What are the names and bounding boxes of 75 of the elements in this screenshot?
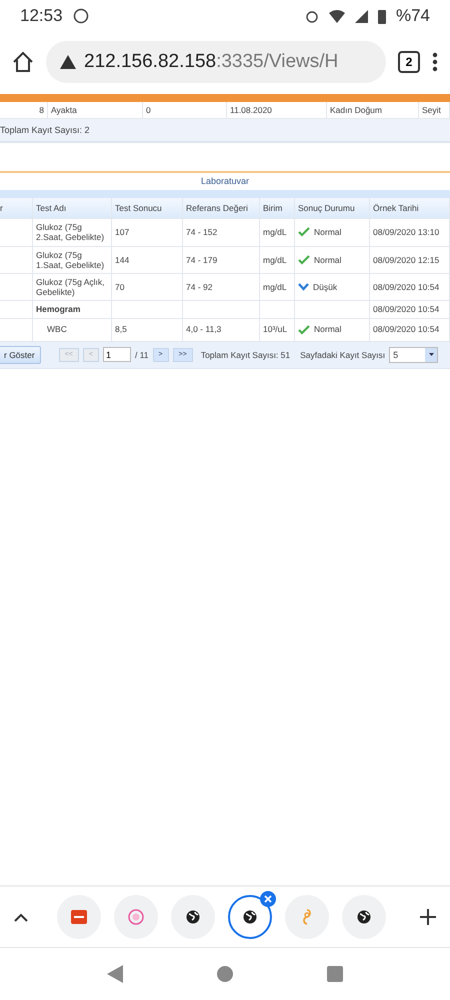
table-cell: 8 xyxy=(0,102,48,118)
section-title: Laboratuvar xyxy=(200,175,250,188)
spiral-logo-icon xyxy=(300,909,314,925)
home-button-icon[interactable] xyxy=(217,966,233,982)
column-header: Birim xyxy=(260,198,295,218)
more-menu-icon[interactable] xyxy=(432,52,438,72)
column-header: Sonuç Durumu xyxy=(295,198,370,218)
table-cell: 74 - 179 xyxy=(183,246,260,273)
table-cell: 70 xyxy=(112,274,183,300)
ring-logo-icon xyxy=(128,909,144,925)
table-cell: Kadın Doğum xyxy=(327,102,419,118)
result-status: Düşük xyxy=(313,282,338,292)
table-cell: 11.08.2020 xyxy=(227,102,327,118)
test-name: WBC xyxy=(33,318,112,340)
table-cell: Ayakta xyxy=(48,102,143,118)
dropdown-arrow-icon xyxy=(428,353,434,356)
tab-thumbnail[interactable] xyxy=(285,895,329,939)
result-status: Normal xyxy=(314,254,342,265)
result-status: Normal xyxy=(314,324,342,335)
wifi-icon xyxy=(328,10,345,22)
tab-thumbnail[interactable] xyxy=(342,895,386,939)
table-cell: 0 xyxy=(143,102,227,118)
page-input[interactable]: 1 xyxy=(102,347,131,362)
table-cell: 144 xyxy=(112,246,183,273)
page-total: / 11 xyxy=(134,350,149,360)
tab-thumbnail[interactable] xyxy=(57,895,101,939)
result-status: Normal xyxy=(314,227,342,238)
app-logo-icon xyxy=(71,910,87,924)
table-cell: 08/09/2020 12:15 xyxy=(370,246,450,273)
table-cell: 08/09/2020 13:10 xyxy=(370,219,450,246)
table-cell: 8,5 xyxy=(112,318,183,340)
test-name: Glukoz (75g 2.Saat, Gebelikte) xyxy=(33,219,112,246)
column-header: Referans Değeri xyxy=(183,198,260,218)
test-name: Hemogram xyxy=(33,301,112,318)
address-bar[interactable]: 212.156.82.158:3335/Views/H xyxy=(46,41,386,83)
warning-icon xyxy=(60,55,76,69)
table-cell: 74 - 152 xyxy=(183,219,260,246)
tab-thumbnail[interactable] xyxy=(114,895,158,939)
back-icon[interactable] xyxy=(107,965,123,983)
record-count: Toplam Kayıt Sayısı: 2 xyxy=(0,125,90,136)
chevron-up-icon[interactable] xyxy=(14,912,28,922)
table-cell: 107 xyxy=(112,219,183,246)
table-cell: 08/09/2020 10:54 xyxy=(370,318,450,340)
column-header: r xyxy=(0,198,33,218)
battery-level: %74 xyxy=(396,6,430,26)
table-cell: 08/09/2020 10:54 xyxy=(370,274,450,300)
battery-icon xyxy=(378,8,386,24)
column-header: Test Sonucu xyxy=(112,198,183,218)
table-cell: Seyit xyxy=(419,102,450,118)
close-icon[interactable] xyxy=(260,891,276,907)
signal-icon xyxy=(354,10,368,22)
home-icon[interactable] xyxy=(12,51,34,73)
column-header: Test Adı xyxy=(33,198,112,218)
table-cell: mg/dL xyxy=(260,246,295,273)
page-size-select[interactable]: 5 xyxy=(389,346,438,362)
tab-count[interactable]: 2 xyxy=(398,51,420,73)
table-cell: 10³/uL xyxy=(260,318,295,340)
table-cell: mg/dL xyxy=(260,219,295,246)
table-cell: 08/09/2020 10:54 xyxy=(370,301,450,318)
globe-icon xyxy=(357,910,371,924)
url-text: 212.156.82.158:3335/Views/H xyxy=(84,51,338,73)
test-name: Glukoz (75g 1.Saat, Gebelikte) xyxy=(33,246,112,273)
clock-time: 12:53 xyxy=(20,6,63,26)
test-name: Glukoz (75g Açlık, Gebelikte) xyxy=(33,274,112,300)
table-cell: 74 - 92 xyxy=(183,274,260,300)
globe-icon xyxy=(243,910,257,924)
plus-icon[interactable] xyxy=(420,909,436,925)
tab-thumbnail[interactable] xyxy=(171,895,215,939)
table-cell: mg/dL xyxy=(260,274,295,300)
page-size-label: Sayfadaki Kayıt Sayısı xyxy=(300,350,386,360)
record-count: Toplam Kayıt Sayısı: 51 xyxy=(200,350,290,360)
globe-icon xyxy=(186,910,200,924)
table-cell: 4,0 - 11,3 xyxy=(183,318,260,340)
show-button[interactable]: r Göster xyxy=(0,346,41,364)
column-header: Örnek Tarihi xyxy=(370,198,450,218)
